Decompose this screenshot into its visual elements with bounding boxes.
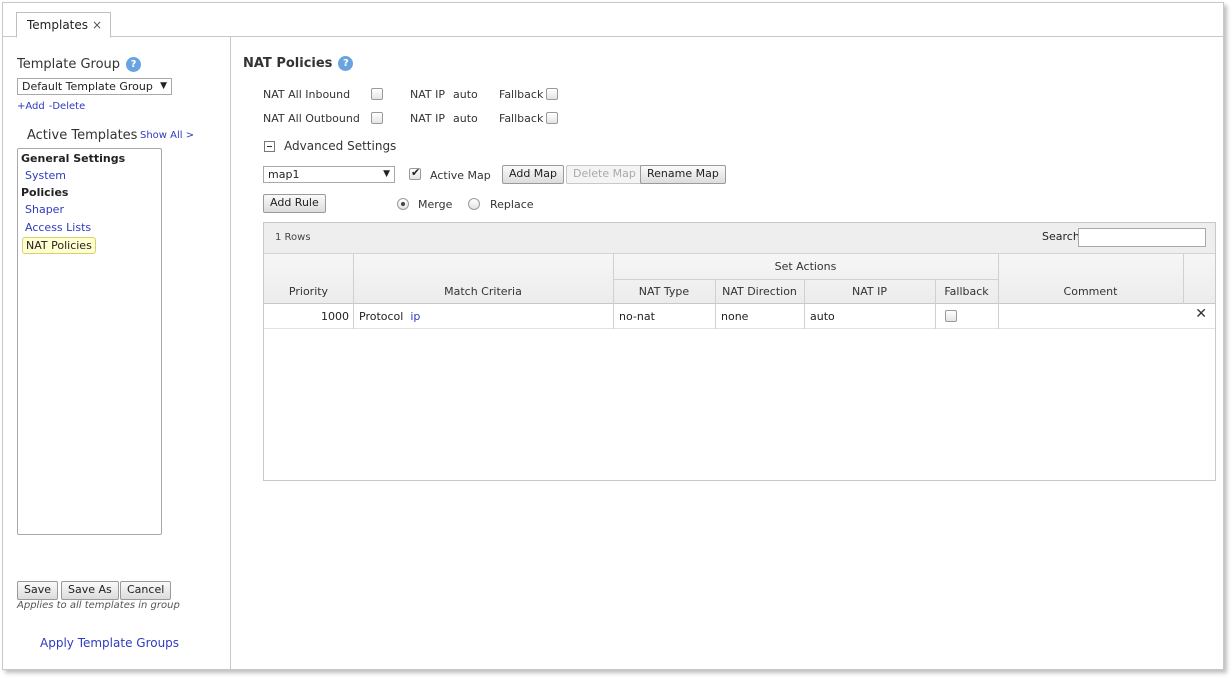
template-group-label: Template Group	[17, 57, 121, 72]
add-rule-button[interactable]: Add Rule	[263, 194, 326, 213]
template-group-select[interactable]: Default Template Group ▼	[17, 78, 172, 95]
grid-toolbar: 1 Rows Search	[264, 223, 1215, 254]
template-tree: General Settings System Policies Shaper …	[17, 148, 162, 535]
nat-rules-grid: 1 Rows Search Priority Match Criteria Se…	[263, 222, 1216, 481]
close-icon[interactable]: ×	[92, 18, 102, 32]
fallback-label: Fallback	[499, 112, 544, 125]
col-header-nat-type[interactable]: NAT Type	[613, 285, 715, 298]
help-icon[interactable]: ?	[338, 56, 354, 71]
collapse-icon[interactable]	[264, 141, 275, 152]
applies-note: Applies to all templates in group	[17, 600, 180, 611]
rows-count: 1 Rows	[275, 232, 311, 243]
rename-map-button[interactable]: Rename Map	[640, 165, 726, 184]
delete-map-button[interactable]: Delete Map	[566, 165, 643, 184]
nat-ip-label: NAT IP	[410, 112, 445, 125]
column-divider	[998, 304, 999, 329]
sidebar: Template Group? Default Template Group ▼…	[3, 37, 231, 670]
column-divider	[613, 304, 614, 329]
tree-group-policies: Policies	[21, 186, 69, 199]
cell-nat-direction[interactable]: none	[721, 310, 748, 323]
add-delete-links: +Add -Delete	[17, 101, 89, 112]
replace-label: Replace	[490, 198, 534, 211]
delete-row-icon[interactable]: ✕	[1195, 306, 1207, 322]
page-title: NAT Policies?	[243, 56, 354, 71]
match-value-link[interactable]: ip	[410, 310, 420, 323]
cell-match-criteria[interactable]: Protocol ip	[359, 310, 420, 323]
tab-bar: Templates ×	[3, 3, 1223, 38]
col-group-set-actions: Set Actions	[774, 260, 837, 273]
main-panel: NAT Policies? NAT All Inbound NAT IP aut…	[232, 37, 1224, 670]
nat-ip-label: NAT IP	[410, 88, 445, 101]
merge-radio[interactable]	[397, 198, 409, 210]
col-header-match-criteria[interactable]: Match Criteria	[353, 285, 613, 298]
column-divider	[1183, 254, 1184, 304]
show-all-link[interactable]: Show All >	[140, 130, 194, 141]
template-group-heading: Template Group?	[17, 57, 142, 72]
column-divider	[715, 304, 716, 329]
save-button[interactable]: Save	[17, 581, 59, 600]
apply-template-groups-link[interactable]: Apply Template Groups	[40, 636, 179, 650]
cancel-button[interactable]: Cancel	[120, 581, 172, 600]
tree-item-shaper[interactable]: Shaper	[25, 203, 64, 216]
help-icon[interactable]: ?	[126, 57, 142, 72]
column-divider	[804, 304, 805, 329]
cell-priority[interactable]: 1000	[264, 310, 349, 323]
advanced-settings-label: Advanced Settings	[284, 139, 397, 153]
add-map-button[interactable]: Add Map	[502, 165, 565, 184]
col-header-fallback[interactable]: Fallback	[935, 285, 998, 298]
col-header-nat-direction[interactable]: NAT Direction	[715, 285, 804, 298]
replace-radio[interactable]	[468, 198, 480, 210]
column-divider	[353, 304, 354, 329]
merge-label: Merge	[418, 198, 453, 211]
column-divider	[935, 304, 936, 329]
active-map-label: Active Map	[430, 169, 491, 182]
fallback-checkbox[interactable]	[546, 88, 558, 100]
nat-ip-value: auto	[453, 112, 478, 125]
col-header-comment[interactable]: Comment	[998, 285, 1183, 298]
tab-label: Templates	[27, 18, 89, 32]
fallback-label: Fallback	[499, 88, 544, 101]
grid-header: Priority Match Criteria Set Actions NAT …	[264, 254, 1215, 304]
tab-templates[interactable]: Templates ×	[16, 12, 112, 38]
fallback-checkbox[interactable]	[546, 112, 558, 124]
map-select[interactable]: map1 ▼	[263, 166, 395, 183]
add-group-link[interactable]: +Add	[17, 101, 45, 112]
chevron-down-icon: ▼	[160, 81, 167, 91]
save-as-button[interactable]: Save As	[61, 581, 119, 600]
col-header-nat-ip[interactable]: NAT IP	[804, 285, 935, 298]
app-window: Templates × Template Group? Default Templ…	[2, 2, 1224, 670]
chevron-down-icon: ▼	[383, 169, 390, 179]
active-templates-heading: Active Templates	[27, 128, 138, 143]
cell-nat-ip[interactable]: auto	[810, 310, 835, 323]
nat-all-outbound-label: NAT All Outbound	[263, 112, 360, 125]
nat-all-outbound-checkbox[interactable]	[371, 112, 383, 124]
nat-ip-value: auto	[453, 88, 478, 101]
search-input[interactable]	[1078, 228, 1206, 247]
cell-fallback-checkbox[interactable]	[945, 310, 957, 322]
header-divider	[613, 279, 998, 280]
tree-group-general-settings: General Settings	[21, 152, 126, 165]
tree-item-nat-policies[interactable]: NAT Policies	[22, 237, 96, 254]
page-title-text: NAT Policies	[243, 56, 333, 71]
tree-item-system[interactable]: System	[25, 169, 66, 182]
match-prefix: Protocol	[359, 310, 404, 323]
cell-nat-type[interactable]: no-nat	[619, 310, 655, 323]
map-select-value: map1	[268, 168, 300, 181]
active-map-checkbox[interactable]	[409, 166, 421, 180]
nat-all-inbound-label: NAT All Inbound	[263, 88, 351, 101]
col-header-priority[interactable]: Priority	[264, 285, 353, 298]
tree-item-access-lists[interactable]: Access Lists	[25, 221, 91, 234]
template-group-value: Default Template Group	[22, 80, 153, 93]
search-label: Search	[1042, 230, 1080, 243]
table-row[interactable]: 1000 Protocol ip no-nat none auto ✕	[264, 304, 1215, 329]
delete-group-link[interactable]: -Delete	[49, 101, 85, 112]
nat-all-inbound-checkbox[interactable]	[371, 88, 383, 100]
